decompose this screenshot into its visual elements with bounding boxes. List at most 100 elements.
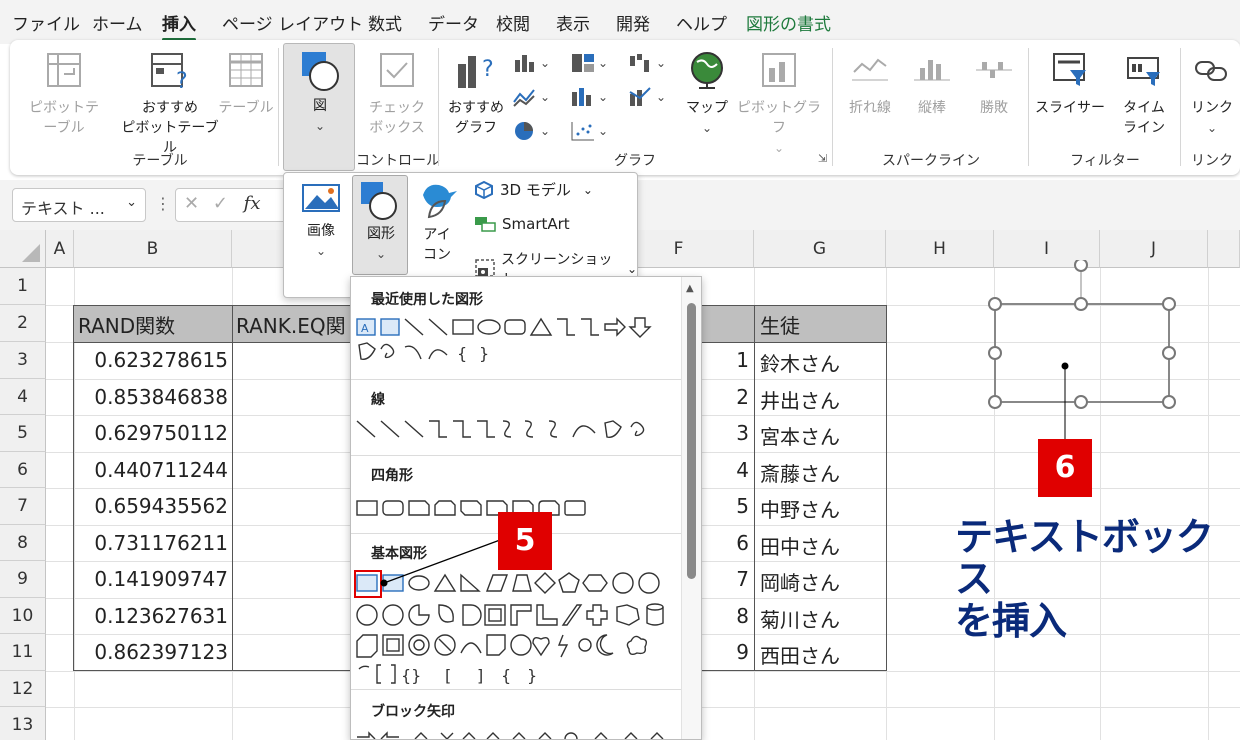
cancel-icon[interactable]: ✕ <box>184 193 199 214</box>
enter-icon[interactable]: ✓ <box>213 193 228 214</box>
rand-value-cell[interactable]: 0.659435562 <box>78 494 228 518</box>
curve-shape-icon[interactable] <box>428 349 448 360</box>
column-header-g[interactable]: G <box>754 230 886 268</box>
rand-value-cell[interactable]: 0.123627631 <box>78 604 228 628</box>
arrow-shape-icon[interactable] <box>428 318 448 336</box>
row-header-5[interactable]: 5 <box>0 415 46 452</box>
pie-chart-button[interactable]: ⌄ <box>512 120 550 142</box>
tab-developer[interactable]: 開発 <box>616 10 650 35</box>
rand-value-cell[interactable]: 0.629750112 <box>78 421 228 445</box>
row-header-7[interactable]: 7 <box>0 488 46 525</box>
select-all-corner[interactable] <box>0 230 46 268</box>
rand-value-cell[interactable]: 0.853846838 <box>78 385 228 409</box>
right-arrow-shape-icon[interactable] <box>604 317 626 337</box>
student-name-cell[interactable]: 鈴木さん <box>760 348 884 377</box>
row-header-2[interactable]: 2 <box>0 305 46 342</box>
arc-shape-icon[interactable] <box>404 345 422 360</box>
triangle-shape-icon[interactable] <box>529 317 553 336</box>
student-name-cell[interactable]: 井出さん <box>760 385 884 414</box>
cell-g2-header[interactable]: 生徒 <box>760 310 884 339</box>
row-header-6[interactable]: 6 <box>0 452 46 488</box>
tab-home[interactable]: ホーム <box>92 10 143 35</box>
slicer-button[interactable]: スライサー <box>1030 50 1110 118</box>
icons-button[interactable]: アイ コン <box>412 177 462 265</box>
rand-value-cell[interactable]: 0.141909747 <box>78 567 228 591</box>
smartart-button[interactable]: SmartArt <box>474 215 570 233</box>
column-chart-button[interactable]: ⌄ <box>512 52 550 74</box>
map-button[interactable]: マップ ⌄ <box>682 50 732 138</box>
row-header-11[interactable]: 11 <box>0 634 46 671</box>
line-chart-button[interactable]: ⌄ <box>512 86 550 108</box>
left-brace-shape-icon[interactable]: { <box>457 344 467 363</box>
textbox-shape-selected[interactable] <box>984 260 1184 445</box>
insert-function-icon[interactable]: fx <box>244 193 261 214</box>
rectangle-shape-icon[interactable] <box>452 319 474 335</box>
hierarchy-chart-button[interactable]: ⌄ <box>570 52 608 74</box>
scribble-shape-icon[interactable] <box>380 343 395 359</box>
recommended-charts-button[interactable]: ? おすすめ グラフ <box>442 50 510 138</box>
sparkline-line-button[interactable]: 折れ線 <box>842 50 898 118</box>
row-header-12[interactable]: 12 <box>0 671 46 707</box>
scrollbar-thumb[interactable] <box>687 303 696 579</box>
tab-help[interactable]: ヘルプ <box>676 10 727 35</box>
sparkline-column-button[interactable]: 縦棒 <box>904 50 960 118</box>
scatter-chart-button[interactable]: ⌄ <box>570 120 608 142</box>
rounded-rectangle-shape-icon[interactable] <box>504 319 526 335</box>
freeform-shape-icon[interactable] <box>358 342 376 360</box>
row-header-10[interactable]: 10 <box>0 598 46 634</box>
column-header-h[interactable]: H <box>886 230 994 268</box>
tab-file[interactable]: ファイル <box>12 10 80 35</box>
student-name-cell[interactable]: 中野さん <box>760 494 884 523</box>
sparkline-winloss-button[interactable]: 勝敗 <box>966 50 1022 118</box>
tab-shape-format[interactable]: 図形の書式 <box>746 10 831 35</box>
row-header-1[interactable]: 1 <box>0 268 46 305</box>
row-header-9[interactable]: 9 <box>0 561 46 598</box>
row-header-8[interactable]: 8 <box>0 525 46 561</box>
row-header-13[interactable]: 13 <box>0 707 46 740</box>
waterfall-chart-button[interactable]: ⌄ <box>628 52 666 74</box>
vertical-textbox-shape-icon[interactable] <box>380 318 400 336</box>
row-header-3[interactable]: 3 <box>0 342 46 379</box>
line-shape-icon[interactable] <box>404 318 424 336</box>
rand-value-cell[interactable]: 0.862397123 <box>78 640 228 664</box>
zu-button-pressed[interactable]: 図 ⌄ <box>283 43 355 171</box>
cell-b2-header[interactable]: RAND関数 <box>78 310 230 339</box>
3d-model-button[interactable]: 3D モデル ⌄ <box>474 179 593 200</box>
image-button[interactable]: 画像 ⌄ <box>290 181 352 261</box>
student-name-cell[interactable]: 菊川さん <box>760 604 884 633</box>
rand-value-cell[interactable]: 0.731176211 <box>78 531 228 555</box>
shapes-button-pressed[interactable]: 図形 ⌄ <box>352 175 408 275</box>
column-header-b[interactable]: B <box>74 230 232 268</box>
student-name-cell[interactable]: 西田さん <box>760 640 884 669</box>
right-brace-shape-icon[interactable]: } <box>479 344 489 363</box>
timeline-button[interactable]: タイム ライン <box>1114 50 1174 138</box>
elbow-connector-shape-icon[interactable] <box>557 318 575 336</box>
check-box-button[interactable]: チェック ボックス <box>362 50 432 138</box>
statistic-chart-button[interactable]: ⌄ <box>570 86 608 108</box>
combo-chart-button[interactable]: ⌄ <box>628 86 666 108</box>
row-header-4[interactable]: 4 <box>0 379 46 415</box>
tab-review[interactable]: 校閲 <box>496 10 530 35</box>
pivot-chart-button[interactable]: ピボットグラフ ⌄ <box>734 50 824 158</box>
oval-shape-icon[interactable] <box>477 319 501 335</box>
tab-insert[interactable]: 挿入 <box>162 10 196 41</box>
dialog-launcher-icon[interactable]: ⇲ <box>818 152 827 165</box>
student-name-cell[interactable]: 岡崎さん <box>760 567 884 596</box>
column-header-a[interactable]: A <box>46 230 74 268</box>
tab-data[interactable]: データ <box>428 10 479 35</box>
student-name-cell[interactable]: 宮本さん <box>760 421 884 450</box>
elbow-arrow-shape-icon[interactable] <box>581 318 599 336</box>
rand-value-cell[interactable]: 0.440711244 <box>78 458 228 482</box>
column-header-k[interactable] <box>1208 230 1240 268</box>
tab-page-layout[interactable]: ページ レイアウト <box>222 10 363 35</box>
rand-value-cell[interactable]: 0.623278615 <box>78 348 228 372</box>
down-arrow-shape-icon[interactable] <box>628 317 652 338</box>
student-name-cell[interactable]: 斎藤さん <box>760 458 884 487</box>
scroll-up-icon[interactable]: ▲ <box>686 283 694 294</box>
link-button[interactable]: リンク ⌄ <box>1184 50 1240 138</box>
pivot-table-button[interactable]: ピボットテーブル <box>24 50 104 138</box>
table-button[interactable]: テーブル <box>216 50 276 118</box>
tab-formulas[interactable]: 数式 <box>368 10 402 35</box>
tab-view[interactable]: 表示 <box>556 10 590 35</box>
name-box[interactable]: テキスト ... ⌄ <box>12 188 146 222</box>
